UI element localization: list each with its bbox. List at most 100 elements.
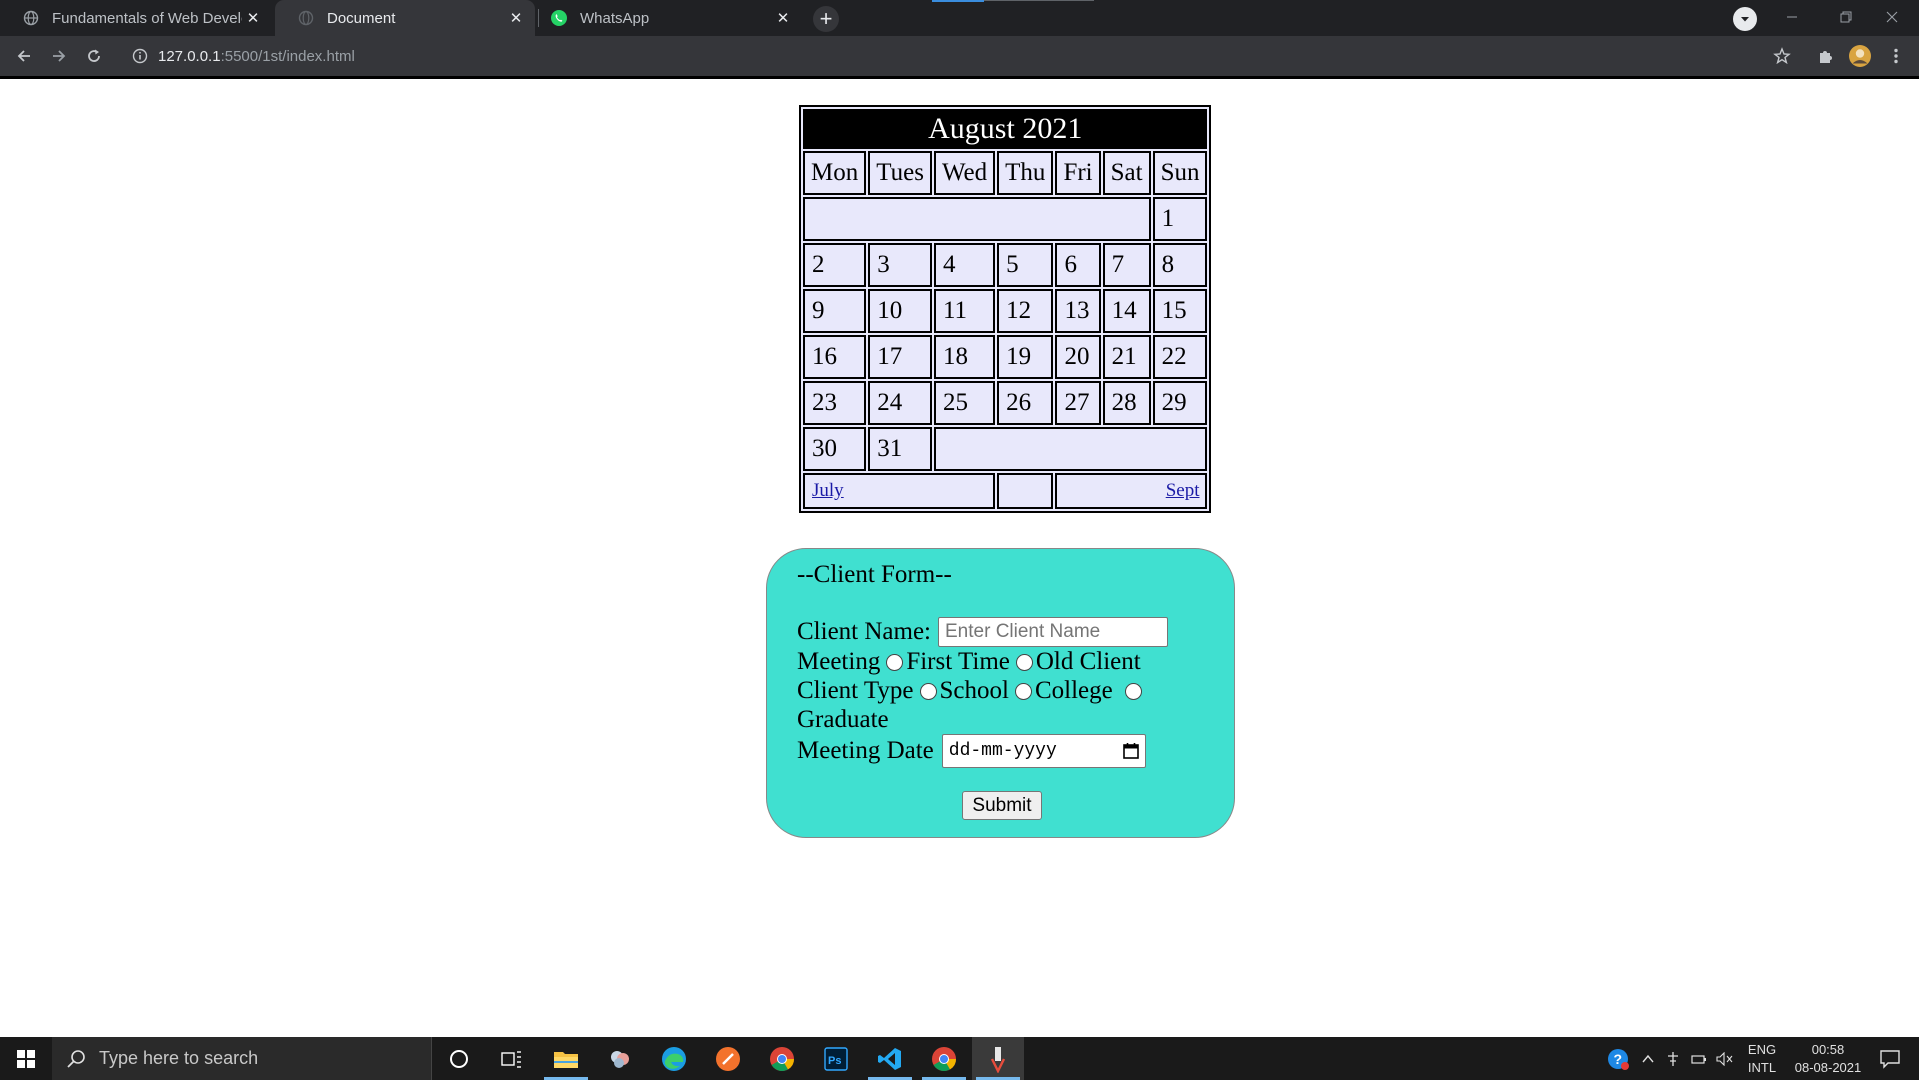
submit-button[interactable]: Submit xyxy=(962,791,1042,820)
chrome-button[interactable] xyxy=(756,1037,808,1080)
volume-tray-button[interactable] xyxy=(1714,1037,1736,1080)
avatar-icon xyxy=(1849,45,1871,67)
calendar-day-cell: 28 xyxy=(1102,381,1151,425)
notification-icon xyxy=(1880,1049,1900,1069)
tab-strip-accent-line xyxy=(984,0,1094,1)
info-icon[interactable] xyxy=(132,48,148,64)
calendar-day-cell: 16 xyxy=(803,335,867,379)
calendar-day-cell: 22 xyxy=(1152,335,1208,379)
arrow-right-icon xyxy=(53,50,66,62)
address-bar[interactable]: 127.0.0.1:5500/1st/index.html xyxy=(120,40,1760,72)
meeting-date-row: Meeting Date dd-mm-yyyy xyxy=(797,734,1146,768)
start-button[interactable] xyxy=(0,1037,52,1080)
calendar-day-cell: 23 xyxy=(803,381,867,425)
school-label: School xyxy=(939,677,1009,704)
weekday-header: Sun xyxy=(1152,151,1208,195)
weekday-header: Tues xyxy=(868,151,932,195)
reload-button[interactable] xyxy=(80,42,108,70)
chrome-icon xyxy=(932,1046,956,1071)
calendar-nav-row: July Sept xyxy=(803,473,1208,509)
minimize-icon xyxy=(1787,16,1797,18)
taskbar-search-box[interactable]: Type here to search xyxy=(52,1037,432,1080)
extensions-button[interactable] xyxy=(1812,42,1840,70)
prev-month-link[interactable]: July xyxy=(812,480,844,501)
calendar-day-cell: 3 xyxy=(868,243,932,287)
browser-menu-button[interactable] xyxy=(1882,42,1910,70)
edge-button[interactable] xyxy=(648,1037,700,1080)
tab-title: Fundamentals of Web Developm xyxy=(52,9,242,27)
arrow-left-icon xyxy=(17,50,30,62)
calendar-week-row: 1 xyxy=(803,197,1208,241)
calendar-day-cell: 29 xyxy=(1152,381,1208,425)
speaker-muted-icon xyxy=(1716,1051,1733,1066)
calendar-day-cell: 5 xyxy=(997,243,1054,287)
graduate-radio[interactable] xyxy=(1124,682,1142,700)
tab-document[interactable]: Document ✕ xyxy=(275,0,535,36)
help-tray-button[interactable]: ? xyxy=(1604,1037,1632,1080)
close-tab-icon[interactable]: ✕ xyxy=(242,7,264,29)
graduate-label: Graduate xyxy=(797,706,889,733)
client-name-input[interactable] xyxy=(938,617,1168,647)
battery-tray-button[interactable] xyxy=(1688,1037,1710,1080)
cortana-button[interactable] xyxy=(433,1037,485,1080)
close-window-button[interactable] xyxy=(1865,0,1919,34)
tab-title: Document xyxy=(327,9,396,27)
bookmark-button[interactable] xyxy=(1768,42,1796,70)
show-hidden-icons-button[interactable] xyxy=(1638,1037,1658,1080)
next-month-link[interactable]: Sept xyxy=(1166,480,1200,501)
svg-text:Ps: Ps xyxy=(828,1055,841,1067)
clock[interactable]: 00:58 08-08-2021 xyxy=(1788,1037,1868,1080)
snipping-tool-button[interactable] xyxy=(972,1037,1024,1080)
browser-tab-strip: Fundamentals of Web Developm ✕ Document … xyxy=(0,0,1919,36)
clock-date: 08-08-2021 xyxy=(1794,1059,1862,1075)
chrome-open-button[interactable] xyxy=(918,1037,970,1080)
action-center-button[interactable] xyxy=(1870,1037,1910,1080)
college-label: College xyxy=(1034,677,1113,704)
calendar-day-cell: 6 xyxy=(1055,243,1101,287)
calendar-day-cell: 10 xyxy=(868,289,932,333)
calendar-day-cell: 1 xyxy=(1152,197,1208,241)
vscode-button[interactable] xyxy=(864,1037,916,1080)
new-tab-button[interactable]: + xyxy=(813,6,839,32)
tab-fundamentals[interactable]: Fundamentals of Web Developm ✕ xyxy=(0,0,272,36)
calendar-empty-cell xyxy=(997,473,1054,509)
forward-button[interactable] xyxy=(45,42,73,70)
puzzle-icon xyxy=(1820,51,1832,63)
file-explorer-button[interactable] xyxy=(540,1037,592,1080)
network-tray-button[interactable] xyxy=(1662,1037,1684,1080)
meeting-date-input[interactable]: dd-mm-yyyy xyxy=(941,734,1146,768)
client-form: --Client Form-- Client Name: Meeting Fir… xyxy=(766,548,1235,838)
cloud-app-button[interactable] xyxy=(594,1037,646,1080)
profile-avatar[interactable] xyxy=(1846,42,1874,70)
old-client-radio[interactable] xyxy=(1015,653,1033,671)
meeting-date-label: Meeting Date xyxy=(797,737,934,764)
language-indicator[interactable]: ENG INTL xyxy=(1744,1037,1780,1080)
calendar-day-cell: 18 xyxy=(933,335,996,379)
battery-icon xyxy=(1691,1054,1706,1064)
first-time-radio[interactable] xyxy=(886,653,904,671)
back-button[interactable] xyxy=(10,42,38,70)
clock-time: 00:58 xyxy=(1811,1041,1845,1057)
close-tab-icon[interactable]: ✕ xyxy=(505,7,527,29)
close-tab-icon[interactable]: ✕ xyxy=(772,7,794,29)
task-view-icon xyxy=(501,1050,521,1068)
college-radio[interactable] xyxy=(1014,682,1032,700)
firefox-like-button[interactable] xyxy=(702,1037,754,1080)
minimize-button[interactable] xyxy=(1765,0,1819,34)
school-radio[interactable] xyxy=(919,682,937,700)
client-name-row: Client Name: xyxy=(797,617,1168,647)
weekday-header: Thu xyxy=(997,151,1054,195)
task-view-button[interactable] xyxy=(486,1037,538,1080)
photoshop-button[interactable]: Ps xyxy=(810,1037,862,1080)
meeting-row: Meeting First Time Old Client xyxy=(797,648,1141,676)
calendar-week-row: 16 17 18 19 20 21 22 xyxy=(803,335,1208,379)
calendar-day-cell: 12 xyxy=(997,289,1054,333)
calendar-day-cell: 30 xyxy=(803,427,867,471)
tab-whatsapp[interactable]: WhatsApp ✕ xyxy=(540,0,802,36)
calendar-icon[interactable] xyxy=(1122,742,1140,760)
calendar-day-cell: 19 xyxy=(997,335,1054,379)
tab-search-button[interactable] xyxy=(1733,7,1757,31)
search-placeholder: Type here to search xyxy=(99,1048,259,1068)
calendar-day-cell: 20 xyxy=(1055,335,1101,379)
client-type-label: Client Type xyxy=(797,677,914,704)
